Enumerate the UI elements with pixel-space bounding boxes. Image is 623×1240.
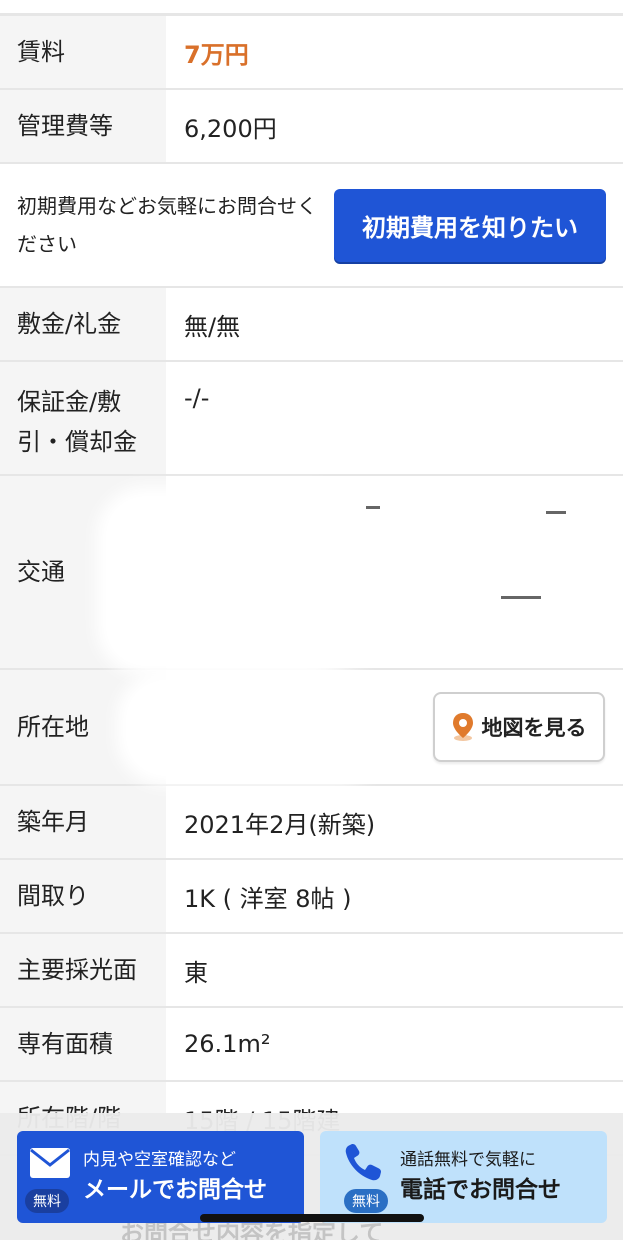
deposit-label: 敷金/礼金 — [0, 288, 166, 360]
row-layout: 間取り 1K ( 洋室 8帖 ) — [0, 860, 623, 934]
view-map-button[interactable]: 地図を見る — [433, 692, 605, 762]
guarantee-value: -/- — [184, 384, 210, 412]
built-date-label: 築年月 — [0, 786, 166, 858]
lighting-label: 主要採光面 — [0, 934, 166, 1006]
phone-inquiry-button[interactable]: 無料 通話無料で気軽に 電話でお問合せ — [320, 1131, 607, 1223]
deposit-value: 無/無 — [184, 312, 241, 341]
phone-free-badge: 無料 — [344, 1189, 388, 1213]
phone-label: 電話でお問合せ — [400, 1177, 561, 1203]
row-area: 専有面積 26.1m² — [0, 1008, 623, 1082]
transport-redacted — [106, 476, 623, 668]
row-location: 所在地 地図を見る — [0, 670, 623, 786]
row-rent: 賃料 7万円 — [0, 16, 623, 90]
layout-value: 1K ( 洋室 8帖 ) — [184, 884, 352, 913]
management-fee-label: 管理費等 — [0, 90, 166, 162]
phone-subtext: 通話無料で気軽に — [400, 1150, 536, 1170]
home-indicator[interactable] — [200, 1214, 424, 1222]
rent-label: 賃料 — [0, 16, 166, 88]
map-pin-icon — [452, 712, 474, 742]
rent-value: 7万円 — [184, 40, 249, 69]
view-map-label: 地図を見る — [481, 716, 587, 740]
mail-free-badge: 無料 — [25, 1189, 69, 1213]
phone-icon — [345, 1144, 381, 1181]
built-date-value: 2021年2月(新築) — [184, 810, 376, 839]
top-divider — [0, 0, 623, 16]
row-transport: 交通 — [0, 476, 623, 670]
envelope-icon — [30, 1148, 70, 1178]
row-guarantee: 保証金/敷引・償却金 -/- — [0, 362, 623, 476]
row-management-fee: 管理費等 6,200円 — [0, 90, 623, 164]
row-lighting: 主要採光面 東 — [0, 934, 623, 1008]
row-built-date: 築年月 2021年2月(新築) — [0, 786, 623, 860]
mail-inquiry-button[interactable]: 無料 内見や空室確認など メールでお問合せ — [17, 1131, 304, 1223]
row-deposit: 敷金/礼金 無/無 — [0, 288, 623, 362]
area-label: 専有面積 — [0, 1008, 166, 1080]
mail-label: メールでお問合せ — [83, 1177, 267, 1203]
mail-subtext: 内見や空室確認など — [83, 1150, 236, 1170]
management-fee-value: 6,200円 — [184, 114, 277, 143]
layout-label: 間取り — [0, 860, 166, 932]
lighting-value: 東 — [184, 958, 208, 987]
property-details-table: 賃料 7万円 管理費等 6,200円 初期費用などお気軽にお問合せください 初期… — [0, 16, 623, 1156]
area-value: 26.1m² — [184, 1030, 271, 1058]
initial-cost-cta-row: 初期費用などお気軽にお問合せください 初期費用を知りたい — [0, 164, 623, 288]
initial-cost-text: 初期費用などお気軽にお問合せください — [17, 194, 317, 256]
guarantee-label: 保証金/敷引・償却金 — [0, 362, 166, 474]
initial-cost-button[interactable]: 初期費用を知りたい — [334, 188, 606, 262]
